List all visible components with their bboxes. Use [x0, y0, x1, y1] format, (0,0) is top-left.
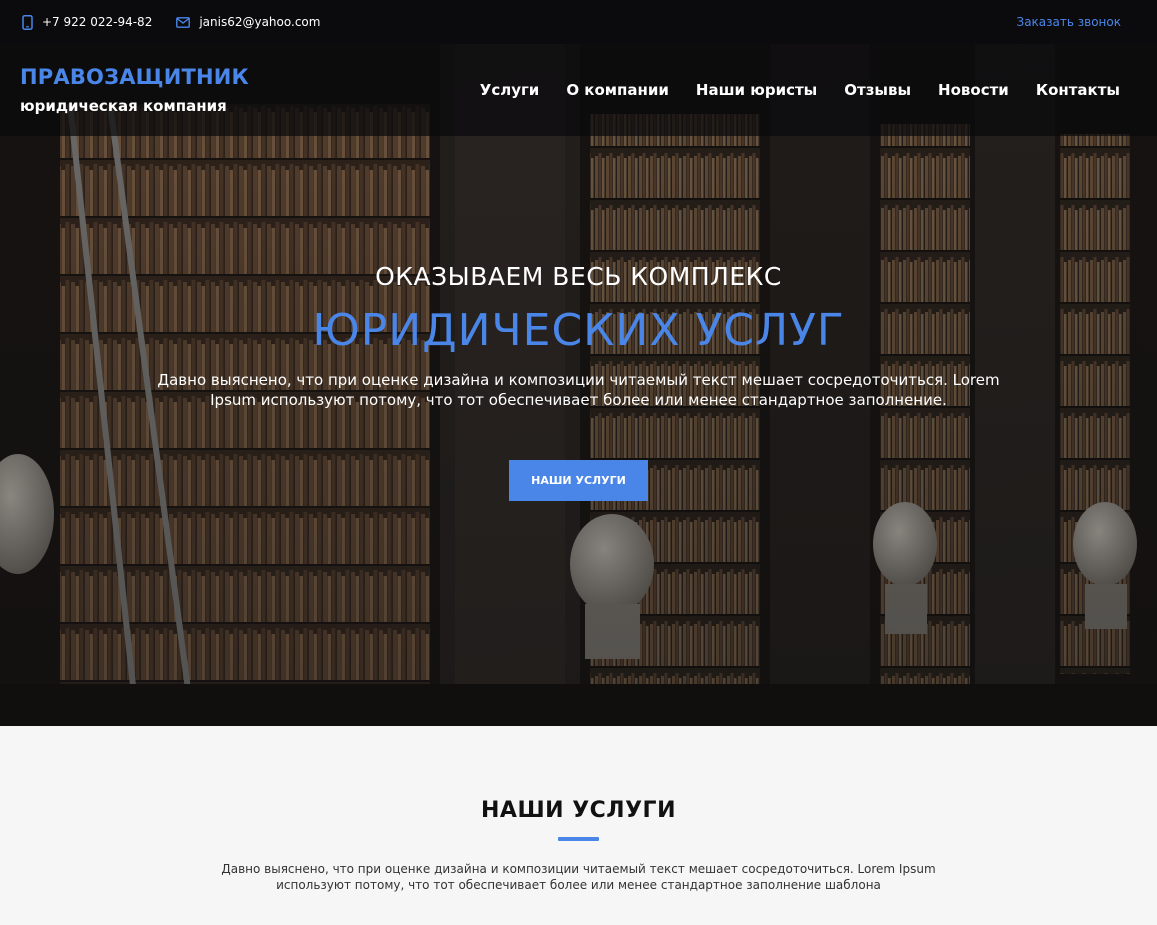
email-address[interactable]: janis62@yahoo.com — [199, 15, 320, 29]
hero-title: ЮРИДИЧЕСКИХ УСЛУГ — [312, 305, 845, 356]
nav-item-services[interactable]: Услуги — [480, 81, 540, 99]
brand[interactable]: ПРАВОЗАЩИТНИК юридическая компания — [20, 65, 249, 115]
title-underline — [558, 837, 599, 841]
phone-icon — [22, 14, 33, 30]
nav-item-reviews[interactable]: Отзывы — [844, 81, 911, 99]
envelope-icon — [176, 16, 191, 28]
email-contact[interactable]: janis62@yahoo.com — [176, 15, 320, 29]
top-contact-bar: +7 922 022-94-82 janis62@yahoo.com Заказ… — [0, 0, 1157, 44]
nav-item-contacts[interactable]: Контакты — [1036, 81, 1120, 99]
callback-link[interactable]: Заказать звонок — [1017, 15, 1122, 29]
services-section: НАШИ УСЛУГИ Давно выяснено, что при оцен… — [0, 726, 1157, 925]
site-tagline: юридическая компания — [20, 97, 227, 115]
site-logo[interactable]: ПРАВОЗАЩИТНИК — [20, 65, 249, 89]
services-description: Давно выяснено, что при оценке дизайна и… — [221, 862, 936, 892]
services-title: НАШИ УСЛУГИ — [481, 798, 676, 823]
hero-content: ОКАЗЫВАЕМ ВЕСЬ КОМПЛЕКС ЮРИДИЧЕСКИХ УСЛУ… — [0, 262, 1157, 501]
phone-contact[interactable]: +7 922 022-94-82 — [22, 14, 152, 30]
nav-item-lawyers[interactable]: Наши юристы — [696, 81, 817, 99]
nav-item-news[interactable]: Новости — [938, 81, 1009, 99]
phone-number[interactable]: +7 922 022-94-82 — [42, 15, 152, 29]
main-navbar: ПРАВОЗАЩИТНИК юридическая компания Услуг… — [0, 44, 1157, 136]
our-services-button[interactable]: НАШИ УСЛУГИ — [509, 460, 648, 501]
nav-item-about[interactable]: О компании — [566, 81, 669, 99]
hero-description: Давно выяснено, что при оценке дизайна и… — [157, 371, 1000, 409]
hero-subtitle: ОКАЗЫВАЕМ ВЕСЬ КОМПЛЕКС — [375, 262, 782, 291]
main-nav: Услуги О компании Наши юристы Отзывы Нов… — [480, 81, 1120, 99]
